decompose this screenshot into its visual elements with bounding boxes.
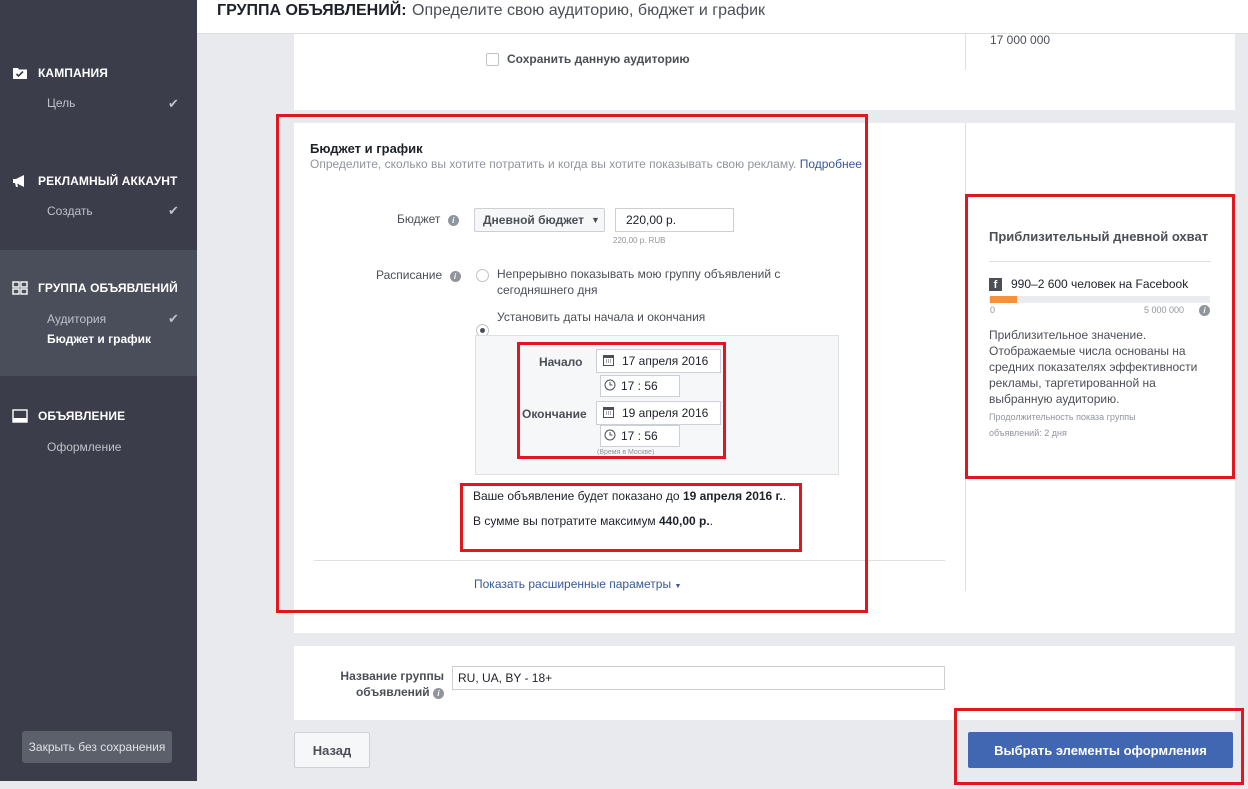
grid-icon (12, 281, 28, 295)
audience-panel: Сохранить данную аудиторию 17 000 000 (294, 33, 1235, 110)
sidebar-item-creative[interactable]: Оформление (47, 440, 121, 454)
sidebar-section-adset[interactable]: ГРУППА ОБЪЯВЛЕНИЙ (12, 281, 178, 295)
sidebar-section-label: КАМПАНИЯ (38, 66, 108, 80)
page-header: ГРУППА ОБЪЯВЛЕНИЙ: Определите свою аудит… (197, 0, 1248, 34)
sidebar-item-objective[interactable]: Цель (47, 96, 75, 110)
highlight-reach (965, 194, 1235, 479)
sidebar-section-ad[interactable]: ОБЪЯВЛЕНИЕ (12, 409, 125, 423)
sidebar-section-label: ОБЪЯВЛЕНИЕ (38, 409, 126, 423)
check-icon: ✔ (168, 311, 179, 326)
sidebar-section-label: РЕКЛАМНЫЙ АККАУНТ (38, 174, 178, 188)
highlight-next-button (954, 708, 1244, 785)
campaign-icon (12, 66, 28, 80)
back-button[interactable]: Назад (294, 732, 370, 768)
adset-name-input[interactable]: RU, UA, BY - 18+ (452, 666, 945, 690)
info-icon[interactable]: i (433, 688, 444, 699)
sidebar-item-create[interactable]: Создать (47, 204, 93, 218)
sidebar-section-campaign[interactable]: КАМПАНИЯ (12, 66, 108, 80)
close-without-saving-button[interactable]: Закрыть без сохранения (22, 731, 172, 763)
highlight-summary (460, 483, 802, 552)
monitor-icon (12, 409, 28, 423)
highlight-dates (517, 342, 726, 459)
audience-size-value: 17 000 000 (990, 33, 1051, 47)
check-icon: ✔ (168, 96, 179, 111)
save-audience-checkbox[interactable] (486, 53, 499, 66)
sidebar-item-audience[interactable]: Аудитория (47, 312, 106, 326)
megaphone-icon (12, 174, 28, 188)
page-subtitle: Определите свою аудиторию, бюджет и граф… (412, 2, 766, 19)
sidebar-section-label: ГРУППА ОБЪЯВЛЕНИЙ (38, 281, 178, 295)
sidebar-section-ad-account[interactable]: РЕКЛАМНЫЙ АККАУНТ (12, 174, 177, 188)
adset-name-label: Название группы объявлений i (340, 669, 444, 699)
check-icon: ✔ (168, 203, 179, 218)
sidebar-item-budget-schedule[interactable]: Бюджет и график (47, 332, 151, 346)
save-audience-label: Сохранить данную аудиторию (507, 52, 690, 66)
page-title: ГРУППА ОБЪЯВЛЕНИЙ: (217, 2, 407, 19)
sidebar: КАМПАНИЯ Цель ✔ РЕКЛАМНЫЙ АККАУНТ Создат… (0, 0, 197, 781)
